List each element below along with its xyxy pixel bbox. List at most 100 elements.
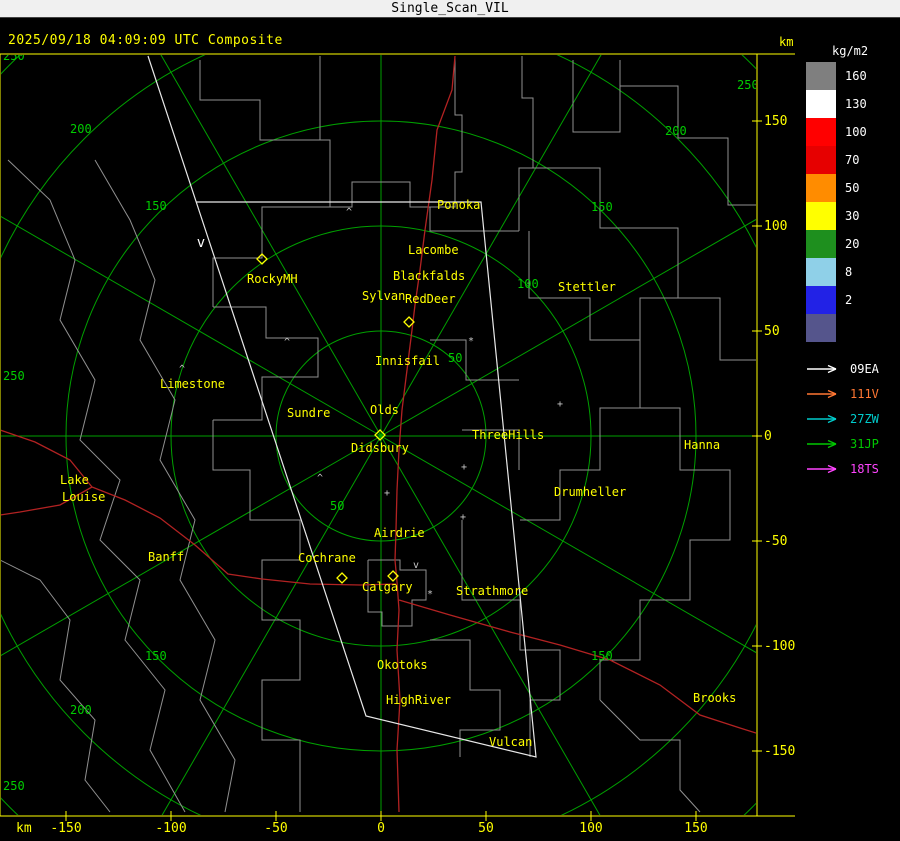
city-label: Didsbury: [351, 441, 409, 455]
range-label: 250: [3, 369, 25, 383]
track-arrow-icon: [807, 439, 837, 448]
scale-value-label: 8: [845, 265, 853, 279]
city-label: Louise: [62, 490, 105, 504]
bottom-axis-label: 100: [579, 821, 602, 836]
track-arrow-icon: [807, 414, 837, 423]
track-id-label: 18TS: [850, 461, 879, 476]
scale-row: 70: [806, 146, 900, 174]
county-boundary: [212, 56, 331, 307]
window-title: Single_Scan_VIL: [391, 1, 509, 16]
storm-track-legend: 09EA 111V 27ZW 31JP 18TS: [806, 356, 900, 481]
county-boundary: [520, 231, 641, 521]
scale-swatch: [806, 314, 836, 342]
radar-app-window: 250 200 150 50 100 150 200 250 250 50 150 200 250 150…: [0, 0, 900, 841]
scale-value-label: 20: [845, 237, 860, 251]
city-label: Blackfalds: [393, 269, 465, 283]
right-axis-label: 50: [764, 324, 780, 339]
bottom-axis-label: 50: [478, 821, 494, 836]
bottom-axis-label: 0: [377, 821, 385, 836]
radar-map[interactable]: 2502001505010015020025025050150200250150…: [0, 0, 900, 841]
point-marker: v: [413, 560, 419, 571]
scale-value-label: 130: [845, 97, 867, 111]
scale-value-label: 50: [845, 181, 860, 195]
right-axis-label: 150: [764, 114, 787, 129]
city-label: Olds: [370, 403, 399, 417]
city-label: Calgary: [362, 580, 413, 594]
scale-swatch: [806, 202, 836, 230]
scale-row: 30: [806, 202, 900, 230]
city-label: RockyMH: [247, 272, 298, 286]
city-label: RedDeer: [405, 292, 456, 306]
track-row: 18TS: [806, 456, 900, 481]
city-label: Lake: [60, 473, 89, 487]
city-label: Drumheller: [554, 485, 626, 499]
point-marker: +: [557, 399, 563, 410]
bottom-axis-label: -100: [155, 821, 186, 836]
scale-value-label: 70: [845, 153, 860, 167]
track-id-label: 27ZW: [850, 411, 879, 426]
range-label: 250: [3, 49, 25, 63]
point-marker: ^: [179, 364, 185, 375]
county-boundary: [518, 56, 534, 231]
scale-row: 100: [806, 118, 900, 146]
range-label: 150: [591, 200, 613, 214]
right-axis-label: 100: [764, 219, 787, 234]
scale-value-label: 160: [845, 69, 867, 83]
point-marker: +: [460, 512, 466, 523]
range-label: 150: [145, 199, 167, 213]
scale-row: 2: [806, 286, 900, 314]
city-label: HighRiver: [386, 693, 451, 707]
right-axis-label: -150: [764, 744, 795, 759]
legend-panel: kg/m2 160 130 100 70 50 30 20 8 2 09EA 111V 27ZW 31…: [806, 44, 900, 481]
bottom-axis-label: 150: [684, 821, 707, 836]
range-label: 200: [70, 703, 92, 717]
county-boundary: [430, 339, 519, 381]
city-label: Brooks: [693, 691, 736, 705]
scale-row: 50: [806, 174, 900, 202]
range-label: 50: [448, 351, 462, 365]
county-boundary: [212, 420, 301, 812]
track-row: 31JP: [806, 431, 900, 456]
city-label: Hanna: [684, 438, 720, 452]
scale-row: [806, 314, 900, 342]
scan-area-outline: [147, 55, 537, 758]
city-label: Sundre: [287, 406, 330, 420]
range-label: 250: [3, 779, 25, 793]
bottom-axis-label: -50: [264, 821, 287, 836]
point-marker: ^: [317, 473, 323, 484]
city-label: Ponoka: [437, 198, 480, 212]
scale-swatch: [806, 90, 836, 118]
track-row: 09EA: [806, 356, 900, 381]
track-row: 27ZW: [806, 406, 900, 431]
track-row: 111V: [806, 381, 900, 406]
city-label: Strathmore: [456, 584, 528, 598]
county-boundary: [7, 159, 186, 813]
bottom-axis-label: -150: [50, 821, 81, 836]
scan-timestamp: 2025/09/18 04:09:09 UTC Composite: [8, 33, 283, 48]
window-titlebar[interactable]: Single_Scan_VIL: [0, 0, 900, 18]
city-label: Banff: [148, 550, 184, 564]
county-boundary: [599, 699, 701, 813]
city-label: Innisfail: [375, 354, 440, 368]
right-axis-label: -100: [764, 639, 795, 654]
track-arrow-icon: [807, 364, 837, 373]
scale-swatch: [806, 286, 836, 314]
county-boundary: [639, 297, 678, 340]
track-id-label: 111V: [850, 386, 879, 401]
point-marker: +: [461, 462, 467, 473]
track-arrow-icon: [807, 464, 837, 473]
scale-swatch: [806, 146, 836, 174]
color-scale: 160 130 100 70 50 30 20 8 2: [806, 62, 900, 342]
azimuth-spoke: [1, 216, 382, 437]
right-axis-label: 0: [764, 429, 772, 444]
range-label: 50: [330, 499, 344, 513]
scale-swatch: [806, 174, 836, 202]
city-label: Cochrane: [298, 551, 356, 565]
point-marker: +: [384, 488, 390, 499]
track-id-label: 09EA: [850, 361, 879, 376]
county-boundary: [1, 559, 111, 813]
scale-swatch: [806, 62, 836, 90]
city-label: Okotoks: [377, 658, 428, 672]
scale-value-label: 2: [845, 293, 853, 307]
scale-value-label: 30: [845, 209, 860, 223]
